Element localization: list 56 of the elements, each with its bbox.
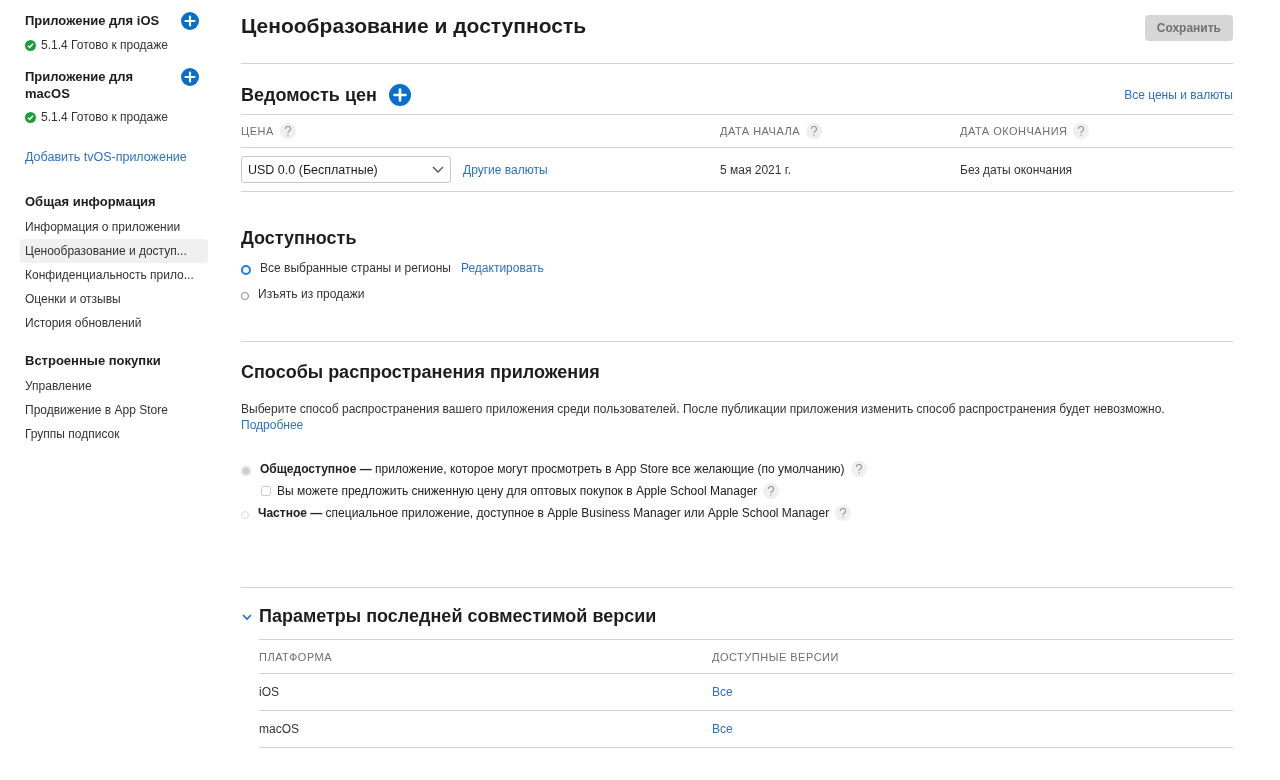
platform-cell-text: iOS xyxy=(259,685,280,699)
nav-item[interactable]: Конфиденциальность прило... xyxy=(20,263,208,287)
radio-button[interactable] xyxy=(241,292,249,300)
add-icon[interactable] xyxy=(181,68,199,86)
description-text: Выберите способ распространения вашего приложения среди пользователей. После публикации приложения изменить способ распространения будет невозможно. Подробнее xyxy=(241,401,1166,433)
column-header: ПЛАТФОРМА xyxy=(259,650,334,663)
add-icon[interactable] xyxy=(181,12,199,30)
column-header: ДАТА НАЧАЛА xyxy=(720,125,801,137)
other-currencies-link[interactable]: Другие валюты xyxy=(463,162,548,177)
column-header: ДОСТУПНЫЕ ВЕРСИИ xyxy=(712,650,840,663)
nav-item[interactable]: Оценки и отзывы xyxy=(20,287,208,311)
nav-item[interactable]: Информация о приложении xyxy=(20,215,208,239)
option-label: Частное — специальное приложение, доступное в Apple Business Manager или Apple School Manager xyxy=(258,506,830,520)
app-status: 5.1.4 Готово к продаже xyxy=(41,110,168,124)
nav-item[interactable]: Ценообразование и доступ... xyxy=(20,239,208,263)
price-dropdown[interactable]: USD 0.0 (Бесплатные) xyxy=(241,156,451,183)
versions-link[interactable]: Все xyxy=(712,722,1233,736)
option-label: Изъять из продажи xyxy=(258,287,365,301)
checkmark-icon xyxy=(25,111,36,123)
help-icon[interactable] xyxy=(1073,123,1090,139)
help-icon[interactable] xyxy=(279,123,296,139)
nav-item[interactable]: Продвижение в App Store xyxy=(20,398,208,422)
page-title: Ценообразование и доступность xyxy=(241,14,587,38)
help-icon[interactable] xyxy=(835,505,852,521)
add-icon[interactable] xyxy=(388,84,411,106)
end-date: Без даты окончания xyxy=(960,162,1073,177)
option-label: Общедоступное — приложение, которое могут просмотреть в App Store все желающие (по умолчанию) xyxy=(260,462,845,476)
nav-group-heading: Общая информация xyxy=(25,194,157,209)
more-link[interactable]: Подробнее xyxy=(241,418,304,432)
radio-button[interactable] xyxy=(241,265,251,275)
option-label: Все выбранные страны и регионы xyxy=(260,261,451,275)
nav-group-heading: Встроенные покупки xyxy=(25,353,162,368)
column-header: ЦЕНА xyxy=(241,125,274,137)
checkmark-icon xyxy=(25,39,36,51)
section-title: Доступность xyxy=(241,228,358,249)
nav-item[interactable]: Группы подписок xyxy=(20,422,208,446)
all-prices-link[interactable]: Все цены и валюты xyxy=(1124,88,1233,102)
help-icon[interactable] xyxy=(806,123,823,139)
section-title: Ведомость цен xyxy=(241,84,377,106)
help-icon[interactable] xyxy=(850,461,867,477)
versions-link[interactable]: Все xyxy=(712,685,1233,699)
chevron-down-icon xyxy=(432,165,444,174)
section-title: Способы распространения приложения xyxy=(241,362,601,383)
app-title: Приложение для iOS xyxy=(25,12,161,29)
help-icon[interactable] xyxy=(763,483,780,499)
nav-item[interactable]: История обновлений xyxy=(20,311,208,335)
app-status: 5.1.4 Готово к продаже xyxy=(41,38,168,52)
column-header: ДАТА ОКОНЧАНИЯ xyxy=(960,125,1068,137)
app-title: Приложение для macOS xyxy=(25,68,135,102)
option-label: Вы можете предложить сниженную цену для оптовых покупок в Apple School Manager xyxy=(277,484,758,498)
edit-link[interactable]: Редактировать xyxy=(460,261,544,275)
start-date: 5 мая 2021 г. xyxy=(720,162,792,177)
platform-cell-text: macOS xyxy=(259,722,300,736)
nav-item[interactable]: Управление xyxy=(20,374,208,398)
add-app-link[interactable]: Добавить tvOS-приложение xyxy=(25,150,208,164)
section-title: Параметры последней совместимой версии xyxy=(259,606,657,627)
